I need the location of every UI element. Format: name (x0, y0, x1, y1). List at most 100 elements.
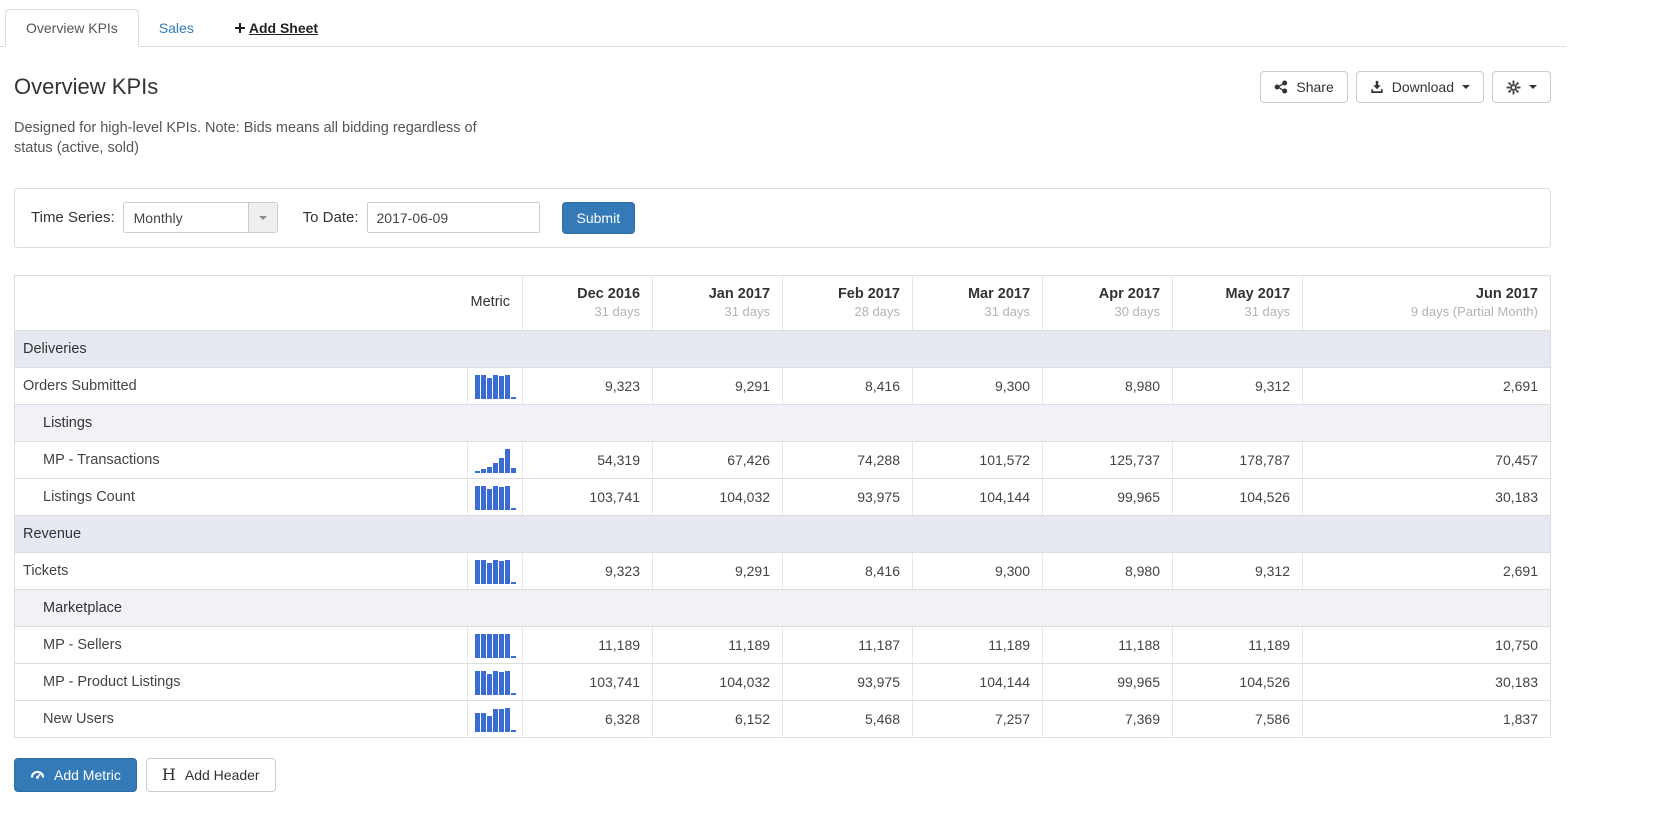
share-icon (1274, 80, 1288, 94)
metric-value-cell: 125,737 (1042, 440, 1173, 479)
plus-icon (234, 22, 246, 34)
metric-value-cell: 7,586 (1172, 699, 1303, 738)
header-actions: Share Download (1260, 71, 1551, 103)
metric-label[interactable]: MP - Transactions (14, 440, 468, 479)
metric-value-cell: 70,457 (1302, 440, 1551, 479)
metric-value-cell: 9,291 (652, 366, 783, 405)
metric-value-cell: 6,328 (522, 699, 653, 738)
sparkline-bar (474, 560, 480, 585)
tab-sales[interactable]: Sales (139, 10, 214, 46)
section-label: Marketplace (14, 589, 1551, 627)
section-header-row: Deliveries (14, 330, 1551, 368)
download-label: Download (1391, 79, 1454, 95)
metric-value-cell: 8,416 (782, 366, 913, 405)
sparkline-cell[interactable] (466, 440, 523, 479)
sparkline-bar (486, 674, 492, 696)
sparkline-bar (480, 671, 486, 696)
sparkline-bar (486, 563, 492, 585)
metric-value-cell: 9,300 (912, 366, 1043, 405)
sparkline-bar (498, 672, 504, 696)
metric-value-cell: 104,032 (652, 477, 783, 516)
metric-label[interactable]: MP - Sellers (14, 625, 468, 664)
caret-down-icon (258, 215, 267, 224)
mini-bar-chart (474, 483, 516, 511)
metric-value-cell: 9,291 (652, 551, 783, 590)
metric-value-cell: 8,416 (782, 551, 913, 590)
sparkline-bar (486, 378, 492, 400)
metric-value-cell: 104,526 (1172, 477, 1303, 516)
add-header-button[interactable]: H Add Header (145, 757, 276, 792)
column-header: Dec 2016 31 days (522, 275, 653, 331)
metric-label[interactable]: MP - Product Listings (14, 662, 468, 701)
page-header: Overview KPIs Share Download (14, 71, 1551, 103)
select-arrow-segment[interactable] (247, 203, 277, 233)
mini-bar-chart (474, 372, 516, 400)
metric-value-cell: 11,187 (782, 625, 913, 664)
sparkline-bar (498, 376, 504, 400)
sparkline-bar (486, 467, 492, 474)
share-label: Share (1296, 79, 1334, 95)
metric-value-cell: 93,975 (782, 662, 913, 701)
metric-value-cell: 104,144 (912, 477, 1043, 516)
metric-row: MP - Transactions 54,319 67,426 74,288 101,5… (14, 440, 1551, 479)
sheet-tab-bar: Overview KPIs Sales Add Sheet (0, 0, 1566, 47)
metric-value-cell: 8,980 (1042, 366, 1173, 405)
metric-value-cell: 99,965 (1042, 662, 1173, 701)
metric-row: Orders Submitted 9,323 9,291 8,416 9,300 8,98… (14, 366, 1551, 405)
column-header: Jan 2017 31 days (652, 275, 783, 331)
sparkline-cell[interactable] (466, 477, 523, 516)
mini-bar-chart (474, 446, 516, 474)
metric-value-cell: 104,032 (652, 662, 783, 701)
settings-button[interactable] (1492, 71, 1551, 103)
sparkline-bar (498, 487, 504, 511)
time-series-select[interactable]: Monthly (122, 202, 278, 234)
metric-value-cell: 104,526 (1172, 662, 1303, 701)
add-sheet-button[interactable]: Add Sheet (214, 10, 338, 46)
sparkline-bar (498, 634, 504, 659)
metric-value-cell: 11,188 (1042, 625, 1173, 664)
sparkline-cell[interactable] (466, 699, 523, 738)
gauge-icon (30, 767, 45, 782)
sparkline-cell[interactable] (466, 366, 523, 405)
metric-label[interactable]: Tickets (14, 551, 468, 590)
metric-value-cell: 9,323 (522, 551, 653, 590)
sparkline-bar (498, 709, 504, 733)
sparkline-cell[interactable] (466, 625, 523, 664)
to-date-input[interactable] (366, 202, 540, 234)
metric-label[interactable]: New Users (14, 699, 468, 738)
metric-value-cell: 178,787 (1172, 440, 1303, 479)
sparkline-bar (504, 708, 510, 733)
metric-value-cell: 8,980 (1042, 551, 1173, 590)
sparkline-bar (480, 560, 486, 585)
share-button[interactable]: Share (1260, 71, 1348, 103)
download-icon (1370, 80, 1384, 94)
add-header-label: Add Header (184, 766, 260, 783)
sparkline-bar (486, 634, 492, 659)
sparkline-bar (504, 486, 510, 511)
sparkline-bar (492, 560, 498, 585)
metric-value-cell: 9,312 (1172, 366, 1303, 405)
sparkline-bar (492, 634, 498, 659)
metric-label[interactable]: Listings Count (14, 477, 468, 516)
tab-label: Sales (158, 20, 194, 36)
filter-panel: Time Series: Monthly To Date: Submit (14, 187, 1551, 248)
metric-value-cell: 67,426 (652, 440, 783, 479)
sparkline-bar (480, 634, 486, 659)
sub-section-header-row: Marketplace (14, 589, 1551, 627)
download-button[interactable]: Download (1355, 71, 1484, 103)
submit-button[interactable]: Submit (561, 201, 636, 234)
sparkline-bar (492, 486, 498, 511)
metric-label[interactable]: Orders Submitted (14, 366, 468, 405)
tab-overview-kpis[interactable]: Overview KPIs (5, 9, 139, 47)
section-label: Listings (14, 404, 1551, 442)
sparkline-cell[interactable] (466, 662, 523, 701)
metric-value-cell: 7,369 (1042, 699, 1173, 738)
table-header-row: Metric Dec 2016 31 days Jan 2017 31 days Feb… (14, 275, 1551, 331)
sparkline-cell[interactable] (466, 551, 523, 590)
mini-bar-chart (474, 668, 516, 696)
add-metric-button[interactable]: Add Metric (14, 757, 137, 792)
sheet-description: Designed for high-level KPIs. Note: Bids… (14, 120, 477, 157)
metric-value-cell: 104,144 (912, 662, 1043, 701)
metric-value-cell: 9,323 (522, 366, 653, 405)
sparkline-bar (474, 375, 480, 400)
